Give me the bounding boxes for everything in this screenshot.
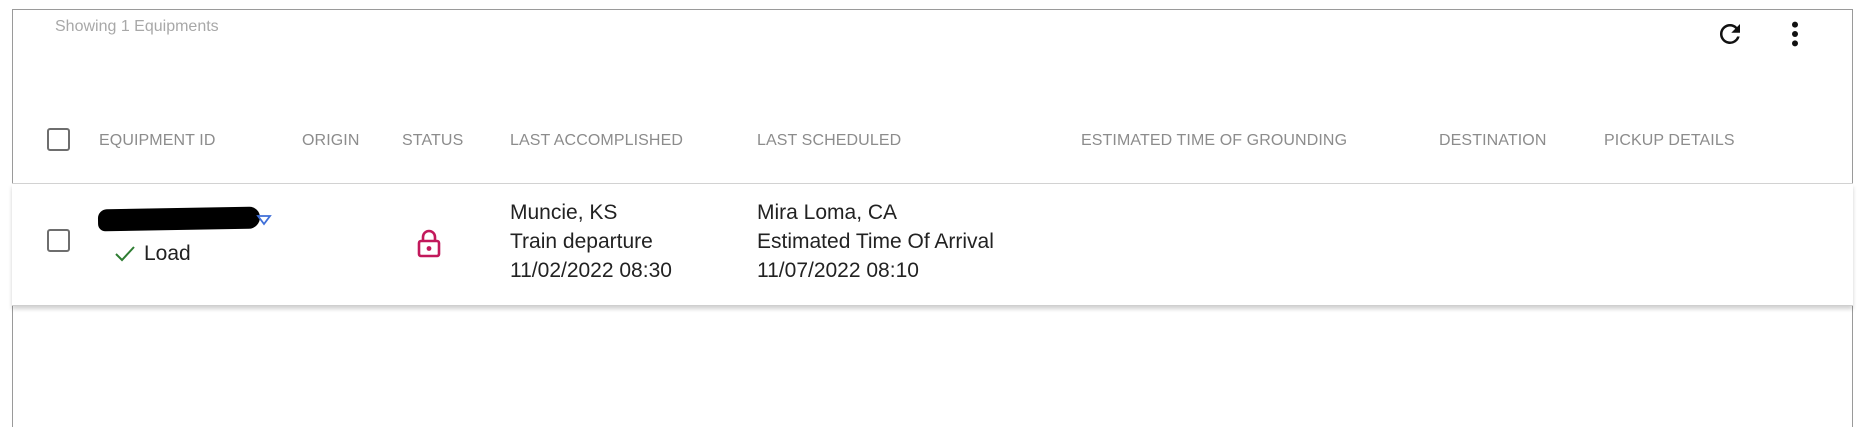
table-row[interactable]: Load Muncie, KS Train departure 11/02/20… [12, 184, 1853, 306]
load-label: Load [144, 242, 191, 265]
equipment-page: Showing 1 Equipments EQUIPMENT ID ORIGIN… [0, 0, 1863, 427]
column-header-estimated-time-of-grounding[interactable]: ESTIMATED TIME OF GROUNDING [1081, 132, 1347, 150]
more-vertical-icon [1792, 21, 1798, 47]
select-all-checkbox[interactable] [47, 128, 70, 151]
column-header-last-scheduled[interactable]: LAST SCHEDULED [757, 132, 901, 150]
table-header: EQUIPMENT ID ORIGIN STATUS LAST ACCOMPLI… [12, 108, 1853, 184]
refresh-button[interactable] [1710, 14, 1750, 54]
more-options-button[interactable] [1775, 14, 1815, 54]
column-header-status[interactable]: STATUS [402, 132, 463, 150]
column-header-destination[interactable]: DESTINATION [1439, 132, 1546, 150]
column-header-last-accomplished[interactable]: LAST ACCOMPLISHED [510, 132, 683, 150]
last-accomplished-location: Muncie, KS [510, 201, 618, 224]
refresh-icon [1719, 23, 1740, 44]
last-scheduled-event: Estimated Time Of Arrival [757, 230, 994, 253]
last-accomplished-datetime: 11/02/2022 08:30 [510, 259, 672, 282]
last-scheduled-datetime: 11/07/2022 08:10 [757, 259, 919, 282]
last-accomplished-event: Train departure [510, 230, 653, 253]
results-count: Showing 1 Equipments [55, 18, 219, 35]
column-header-equipment-id[interactable]: EQUIPMENT ID [99, 132, 215, 150]
load-status: Load [114, 242, 191, 266]
last-scheduled-location: Mira Loma, CA [757, 201, 898, 224]
chevron-down-icon[interactable] [256, 214, 272, 226]
check-icon [115, 246, 135, 262]
lock-icon [417, 229, 441, 258]
row-checkbox[interactable] [47, 229, 70, 252]
column-header-pickup-details[interactable]: PICKUP DETAILS [1604, 132, 1735, 150]
redacted-equipment-id [97, 206, 261, 232]
column-header-origin[interactable]: ORIGIN [302, 132, 360, 150]
